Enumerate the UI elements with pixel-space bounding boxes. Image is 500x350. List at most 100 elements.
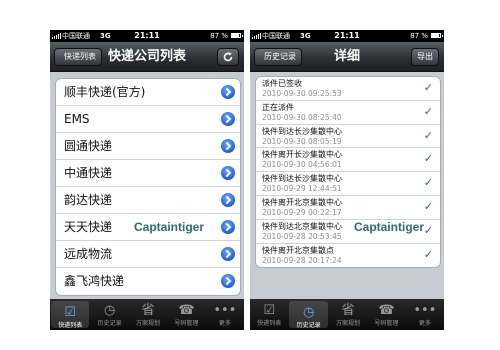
clipboard-icon: ☑	[64, 305, 77, 320]
list-item[interactable]: 韵达快递	[56, 187, 240, 214]
checkmark-icon: ✓	[423, 152, 433, 166]
left-screen-company-list: 中国联通 3G 21:11 87 % 快递列表 快递公司列表 顺丰快递(官方) …	[50, 30, 244, 330]
tab-label: 更多	[418, 320, 431, 327]
checkmark-icon: ✓	[423, 247, 433, 261]
entry-status: 快件离开长沙集散中心	[262, 150, 342, 160]
tab-label: 方案规划	[136, 320, 161, 327]
tab-number-management[interactable]: ☎ 号码管理	[367, 299, 405, 330]
status-bar: 中国联通 3G 21:11 87 %	[50, 30, 244, 42]
content-area: 派件已签收 2010-09-30 09:25:53 ✓ 正在派件 2010-09…	[250, 72, 444, 299]
watermark: Captaintiger	[134, 220, 205, 234]
page-title: 快递公司列表	[107, 49, 186, 64]
company-name: 鑫飞鸿快递	[64, 274, 125, 288]
right-screen-tracking-detail: 中国联通 3G 21:11 87 % 历史记录 详细 导出 派件已签收 2010…	[250, 30, 444, 330]
tab-label: 快递列表	[257, 320, 282, 327]
company-name: 天天快递	[64, 220, 113, 234]
detail-disclosure-icon[interactable]	[221, 220, 235, 234]
tab-label: 号码管理	[374, 320, 399, 327]
tab-more[interactable]: ••• 更多	[406, 299, 444, 330]
list-item[interactable]: 鑫飞鸿快递	[56, 268, 240, 295]
export-button[interactable]: 导出	[411, 48, 439, 66]
checkmark-icon: ✓	[423, 223, 433, 237]
tracking-list: 派件已签收 2010-09-30 09:25:53 ✓ 正在派件 2010-09…	[255, 76, 441, 269]
entry-time: 2010-09-30 04:56:01	[262, 160, 342, 170]
entry-time: 2010-09-30 08:05:19	[262, 136, 342, 146]
tracking-entry[interactable]: 正在派件 2010-09-30 08:25:40 ✓	[256, 101, 440, 125]
clock-icon: ◷	[302, 305, 315, 320]
tab-bar: ☑ 快递列表 ◷ 历史记录 省 方案规划 ☎ 号码管理 ••• 更多	[50, 299, 244, 330]
entry-time: 2010-09-29 00:22:17	[262, 207, 342, 217]
entry-time: 2010-09-29 12:44:51	[262, 184, 342, 194]
detail-disclosure-icon[interactable]	[221, 85, 235, 99]
entry-status: 正在派件	[262, 102, 294, 112]
entry-time: 2010-09-30 09:25:53	[262, 89, 342, 98]
list-item[interactable]: 中通快递	[56, 160, 240, 187]
tracking-entry[interactable]: 快件离开北京集散点 2010-09-28 20:17:24 ✓	[256, 244, 440, 268]
tab-label: 更多	[218, 320, 231, 327]
company-name: 远成物流	[64, 247, 113, 261]
tab-label: 快递列表	[58, 322, 83, 329]
refresh-icon	[223, 52, 233, 62]
detail-disclosure-icon[interactable]	[221, 193, 235, 207]
tab-history[interactable]: ◷ 历史记录	[289, 301, 328, 329]
company-name: 韵达快递	[64, 193, 113, 207]
entry-time: 2010-09-30 08:25:40	[262, 112, 342, 122]
tab-courier-list[interactable]: ☑ 快递列表	[250, 299, 288, 330]
checkmark-icon: ✓	[423, 81, 433, 94]
telephone-icon: ☎	[178, 303, 195, 318]
clock-icon: ◷	[103, 303, 116, 318]
company-name: 中通快递	[64, 166, 113, 180]
company-name: EMS	[64, 112, 90, 126]
watermark: Captaintiger	[354, 220, 425, 234]
detail-disclosure-icon[interactable]	[221, 112, 235, 126]
navigation-bar: 快递列表 快递公司列表	[50, 42, 244, 72]
tab-bar: ☑ 快递列表 ◷ 历史记录 省 方案规划 ☎ 号码管理 ••• 更多	[250, 299, 444, 330]
entry-time: 2010-09-28 20:53:45	[262, 231, 342, 241]
list-item[interactable]: 圆通快递	[56, 133, 240, 160]
tab-number-management[interactable]: ☎ 号码管理	[167, 299, 205, 330]
clipboard-icon: ☑	[263, 303, 276, 318]
tab-planning[interactable]: 省 方案规划	[329, 299, 367, 330]
detail-disclosure-icon[interactable]	[221, 274, 235, 288]
detail-disclosure-icon[interactable]	[221, 247, 235, 261]
status-bar: 中国联通 3G 21:11 87 %	[250, 30, 444, 42]
list-item[interactable]: 顺丰快递(官方)	[56, 79, 240, 106]
list-item[interactable]: 远成物流	[56, 241, 240, 268]
tab-planning[interactable]: 省 方案规划	[129, 299, 167, 330]
list-item[interactable]: EMS	[56, 106, 240, 133]
entry-status: 快件到达长沙集散中心	[262, 174, 342, 184]
tracking-entry[interactable]: 快件到达长沙集散中心 2010-09-29 12:44:51 ✓	[256, 172, 440, 196]
tab-courier-list[interactable]: ☑ 快递列表	[51, 301, 90, 329]
tracking-entry[interactable]: 快件到达长沙集散中心 2010-09-30 08:05:19 ✓	[256, 125, 440, 149]
more-icon: •••	[413, 303, 437, 318]
telephone-icon: ☎	[378, 303, 395, 318]
tracking-entry[interactable]: 快件离开北京集散中心 2010-09-29 00:22:17 ✓	[256, 196, 440, 220]
content-area: 顺丰快递(官方) EMS 圆通快递 中通快递 韵达快递 天天快递 远成物流 鑫飞…	[50, 72, 244, 299]
tab-label: 历史记录	[97, 320, 122, 327]
entry-status: 派件已签收	[262, 79, 302, 88]
battery-percent: 87 %	[210, 32, 228, 40]
company-name: 圆通快递	[64, 139, 113, 153]
refresh-button[interactable]	[217, 48, 239, 66]
entry-status: 快件到达北京集散中心	[262, 221, 342, 231]
tab-history[interactable]: ◷ 历史记录	[90, 299, 128, 330]
battery-icon	[231, 33, 243, 38]
province-icon: 省	[341, 303, 355, 318]
entry-status: 快件离开北京集散中心	[262, 197, 342, 207]
battery-percent: 87 %	[410, 32, 428, 40]
company-list: 顺丰快递(官方) EMS 圆通快递 中通快递 韵达快递 天天快递 远成物流 鑫飞…	[55, 78, 241, 296]
checkmark-icon: ✓	[423, 128, 433, 142]
province-icon: 省	[141, 303, 155, 318]
tab-more[interactable]: ••• 更多	[206, 299, 244, 330]
detail-disclosure-icon[interactable]	[221, 139, 235, 153]
entry-time: 2010-09-28 20:17:24	[262, 255, 342, 265]
company-name: 顺丰快递(官方)	[64, 85, 146, 99]
more-icon: •••	[213, 303, 237, 318]
tracking-entry[interactable]: 派件已签收 2010-09-30 09:25:53 ✓	[256, 77, 440, 101]
checkmark-icon: ✓	[423, 199, 433, 213]
detail-disclosure-icon[interactable]	[221, 166, 235, 180]
navigation-bar: 历史记录 详细 导出	[250, 42, 444, 72]
tab-label: 历史记录	[296, 322, 321, 329]
entry-status: 快件到达长沙集散中心	[262, 126, 342, 136]
tracking-entry[interactable]: 快件离开长沙集散中心 2010-09-30 04:56:01 ✓	[256, 148, 440, 173]
